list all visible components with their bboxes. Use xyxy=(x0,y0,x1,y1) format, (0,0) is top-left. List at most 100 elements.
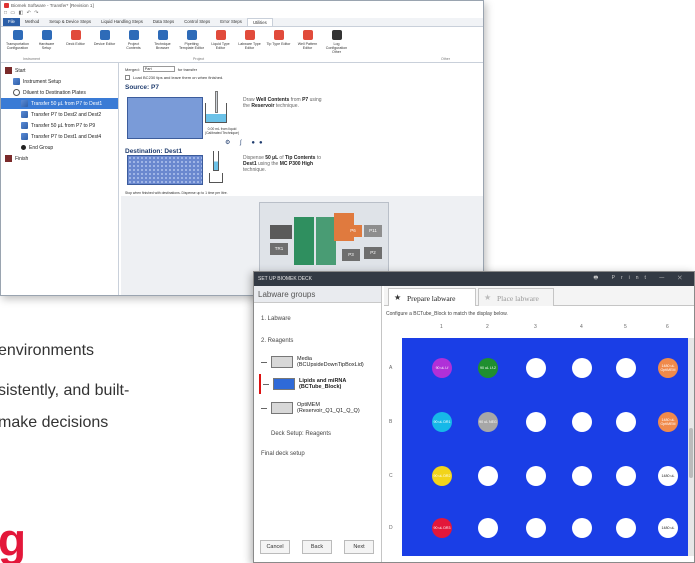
tab-utilities[interactable]: Utilities xyxy=(246,18,273,26)
vertical-scrollbar[interactable] xyxy=(688,338,694,556)
well-b4[interactable] xyxy=(572,412,592,432)
scrollbar-thumb[interactable] xyxy=(689,428,693,478)
destination-description: Dispense 50 µL of Tip Contents to Dest1 … xyxy=(243,155,325,173)
tree-node-transfer-50-l-from-p7-to-dest1[interactable]: Transfer 50 µL from P7 to Dest1 xyxy=(1,98,118,109)
tip-type-editor-icon xyxy=(273,30,284,40)
ribbon-log-configuration-other-button[interactable]: Log Configuration Other xyxy=(324,29,349,60)
reservoir-icon xyxy=(205,91,227,123)
well-c5[interactable] xyxy=(616,466,636,486)
reagent-item-optimem[interactable]: OptiMEM (Reservoir_Q1_Q1_Q_Q) xyxy=(259,398,382,418)
tab-file[interactable]: File xyxy=(3,18,20,26)
back-button[interactable]: Back xyxy=(302,540,332,554)
well-d4[interactable] xyxy=(572,518,592,538)
well-c1[interactable]: 90 uL DR2 xyxy=(432,466,452,486)
well-b3[interactable] xyxy=(526,412,546,432)
well-b2[interactable]: 90 uL NEG xyxy=(478,412,498,432)
column-number-6: 6 xyxy=(666,324,669,330)
well-b1[interactable]: 90 uL DR1 xyxy=(432,412,452,432)
srcdesc-part-3: P7 xyxy=(302,97,310,103)
technique-icons[interactable]: ⚙ ∫ ●● xyxy=(225,139,267,146)
well-d5[interactable] xyxy=(616,518,636,538)
transportation-configuration-label: Transportation Configuration xyxy=(5,42,30,50)
transfer-50-l-from-p7-to-p9-label: Transfer 50 µL from P7 to P9 xyxy=(31,122,96,129)
ribbon-pipetting-template-editor-button[interactable]: Pipetting Template Editor xyxy=(179,29,204,60)
deck-green-rack-2 xyxy=(316,217,336,265)
tree-node-transfer-50-l-from-p7-to-p9[interactable]: Transfer 50 µL from P7 to P9 xyxy=(1,120,118,131)
srcdesc-part-5: Reservoir xyxy=(251,103,276,109)
tree-node-start[interactable]: Start xyxy=(1,65,118,76)
ribbon-hardware-setup-button[interactable]: Hardware Setup xyxy=(34,29,59,60)
well-a4[interactable] xyxy=(572,358,592,378)
ribbon-transportation-configuration-button[interactable]: Transportation Configuration xyxy=(5,29,30,60)
well-d1[interactable]: 90 uL DR3 xyxy=(432,518,452,538)
merged-select[interactable]: Part xyxy=(142,66,175,72)
cancel-button[interactable]: Cancel xyxy=(260,540,290,554)
ribbon-tip-type-editor-button[interactable]: Tip Type Editor xyxy=(266,29,291,60)
log-configuration-other-label: Log Configuration Other xyxy=(325,42,348,54)
tab-prepare-labware[interactable]: ★ Prepare labware xyxy=(388,288,476,306)
reagent-item-lipids-and-mirna[interactable]: Lipids and miRNA (BCTube_Block) xyxy=(259,374,382,394)
well-a5[interactable] xyxy=(616,358,636,378)
window-controls[interactable]: 🖶 Print — ✕ xyxy=(594,275,689,283)
reagent-dash xyxy=(261,361,267,363)
ribbon-project-contents-button[interactable]: Project Contents xyxy=(121,29,146,60)
reagent-dash xyxy=(261,407,267,409)
well-d3[interactable] xyxy=(526,518,546,538)
deck-tip-box xyxy=(270,225,292,239)
tree-node-transfer-p7-to-dest2-and-dest2[interactable]: Transfer P7 to Dest2 and Dest2 xyxy=(1,109,118,120)
well-a6[interactable]: 1480 uL OptiMEM xyxy=(658,358,678,378)
transportation-configuration-icon xyxy=(12,30,23,40)
tab-data-steps[interactable]: Data Steps xyxy=(148,18,179,26)
next-button[interactable]: Next xyxy=(344,540,374,554)
well-a3[interactable] xyxy=(526,358,546,378)
tree-node-diluent-to-destination-plates[interactable]: Diluent to Destination Plates xyxy=(1,87,118,98)
tree-node-transfer-p7-to-dest1-and-dest4[interactable]: Transfer P7 to Dest1 and Dest4 xyxy=(1,131,118,142)
ribbon-liquid-type-editor-button[interactable]: Liquid Type Editor xyxy=(208,29,233,60)
deck-label-p11[interactable]: P11 xyxy=(364,225,382,237)
liquid-label: 0.00 mL from liquid (Calibrated Techniqu… xyxy=(204,127,240,135)
ribbon-deck-editor-button[interactable]: Deck Editor xyxy=(63,29,88,60)
quick-access-toolbar[interactable]: □ ▭ ◧ ↶ ↷ xyxy=(1,10,483,18)
tab-error-steps[interactable]: Error Steps xyxy=(215,18,247,26)
ribbon-device-editor-button[interactable]: Device Editor xyxy=(92,29,117,60)
well-c2[interactable] xyxy=(478,466,498,486)
tab-place-labware[interactable]: ★ Place labware xyxy=(478,288,554,306)
instrument-setup-label: Instrument Setup xyxy=(23,78,62,85)
srcdesc-part-6: technique. xyxy=(275,103,299,109)
reagent-item-media[interactable]: Media (BCUpsideDownTipBoxLid) xyxy=(259,352,382,372)
labware-type-editor-icon xyxy=(244,30,255,40)
tree-node-finish[interactable]: Finish xyxy=(1,153,118,164)
tree-node-instrument-setup[interactable]: Instrument Setup xyxy=(1,76,118,87)
ribbon-labware-type-editor-button[interactable]: Labware Type Editor xyxy=(237,29,262,60)
tree-node-end-group[interactable]: End Group xyxy=(1,142,118,153)
tip-note-checkbox[interactable] xyxy=(125,74,130,80)
reagent-dash xyxy=(263,383,269,385)
well-d6[interactable]: 1480 uL xyxy=(658,518,678,538)
group-reagents[interactable]: 2. Reagents xyxy=(261,338,293,344)
source-title: Source: P7 xyxy=(125,84,159,91)
ribbon-technique-browser-button[interactable]: Technique Browser xyxy=(150,29,175,60)
final-deck-setup[interactable]: Final deck setup xyxy=(261,451,305,457)
well-c4[interactable] xyxy=(572,466,592,486)
well-a2[interactable]: 90 uL Lf-2 xyxy=(478,358,498,378)
deck-setup-reagents[interactable]: Deck Setup: Reagents xyxy=(271,431,331,437)
tab-control-steps[interactable]: Control Steps xyxy=(179,18,215,26)
tab-liquid-handling-steps[interactable]: Liquid Handling Steps xyxy=(96,18,148,26)
destination-title: Destination: Dest1 xyxy=(125,148,183,155)
deck-label-p3[interactable]: P3 xyxy=(342,249,360,261)
well-b6[interactable]: 1480 uL OptiMEM xyxy=(658,412,678,432)
deck-label-tr1[interactable]: TR1 xyxy=(270,243,288,255)
ribbon-well-pattern-editor-button[interactable]: Well Pattern Editor xyxy=(295,29,320,60)
column-number-5: 5 xyxy=(624,324,627,330)
tab-setup-device-steps[interactable]: Setup & Device Steps xyxy=(44,18,96,26)
well-d2[interactable] xyxy=(478,518,498,538)
tab-method[interactable]: Method xyxy=(20,18,44,26)
well-c3[interactable] xyxy=(526,466,546,486)
deck-label-p2[interactable]: P2 xyxy=(364,247,382,259)
group-labware[interactable]: 1. Labware xyxy=(261,316,291,322)
well-b5[interactable] xyxy=(616,412,636,432)
well-a1[interactable]: 90 uL Lf xyxy=(432,358,452,378)
finish-label: Finish xyxy=(15,155,29,162)
deck-label-p6[interactable]: P6 xyxy=(344,225,362,237)
well-c6[interactable]: 1480 uL xyxy=(658,466,678,486)
